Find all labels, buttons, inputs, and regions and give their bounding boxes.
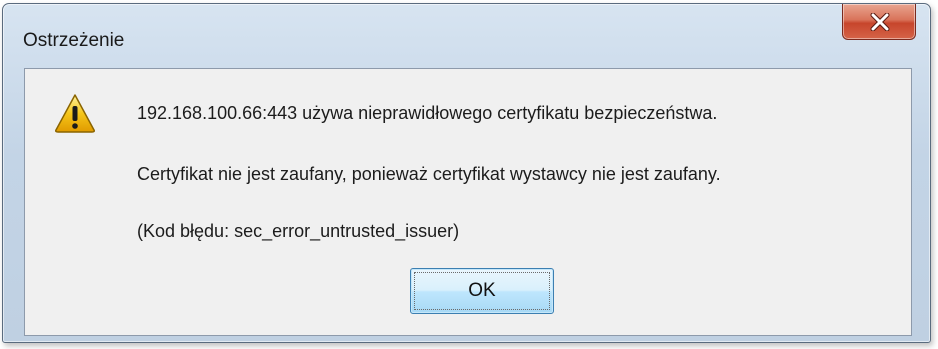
close-button[interactable] (842, 4, 916, 40)
warning-dialog: Ostrzeżenie 192.168.100.66:443 używa nie… (2, 3, 931, 343)
message-text-detail: Certyfikat nie jest zaufany, ponieważ ce… (137, 164, 721, 184)
dialog-body: 192.168.100.66:443 używa nieprawidłowego… (24, 68, 912, 336)
title-bar[interactable]: Ostrzeżenie (3, 4, 930, 64)
ok-button[interactable]: OK (410, 268, 554, 314)
warning-triangle-icon (55, 94, 95, 133)
message-text-main: 192.168.100.66:443 używa nieprawidłowego… (137, 103, 718, 123)
dialog-title: Ostrzeżenie (23, 30, 125, 51)
error-code-text: (Kod błędu: sec_error_untrusted_issuer) (137, 221, 460, 241)
close-x-icon (870, 13, 890, 31)
ok-button-label: OK (468, 280, 496, 301)
